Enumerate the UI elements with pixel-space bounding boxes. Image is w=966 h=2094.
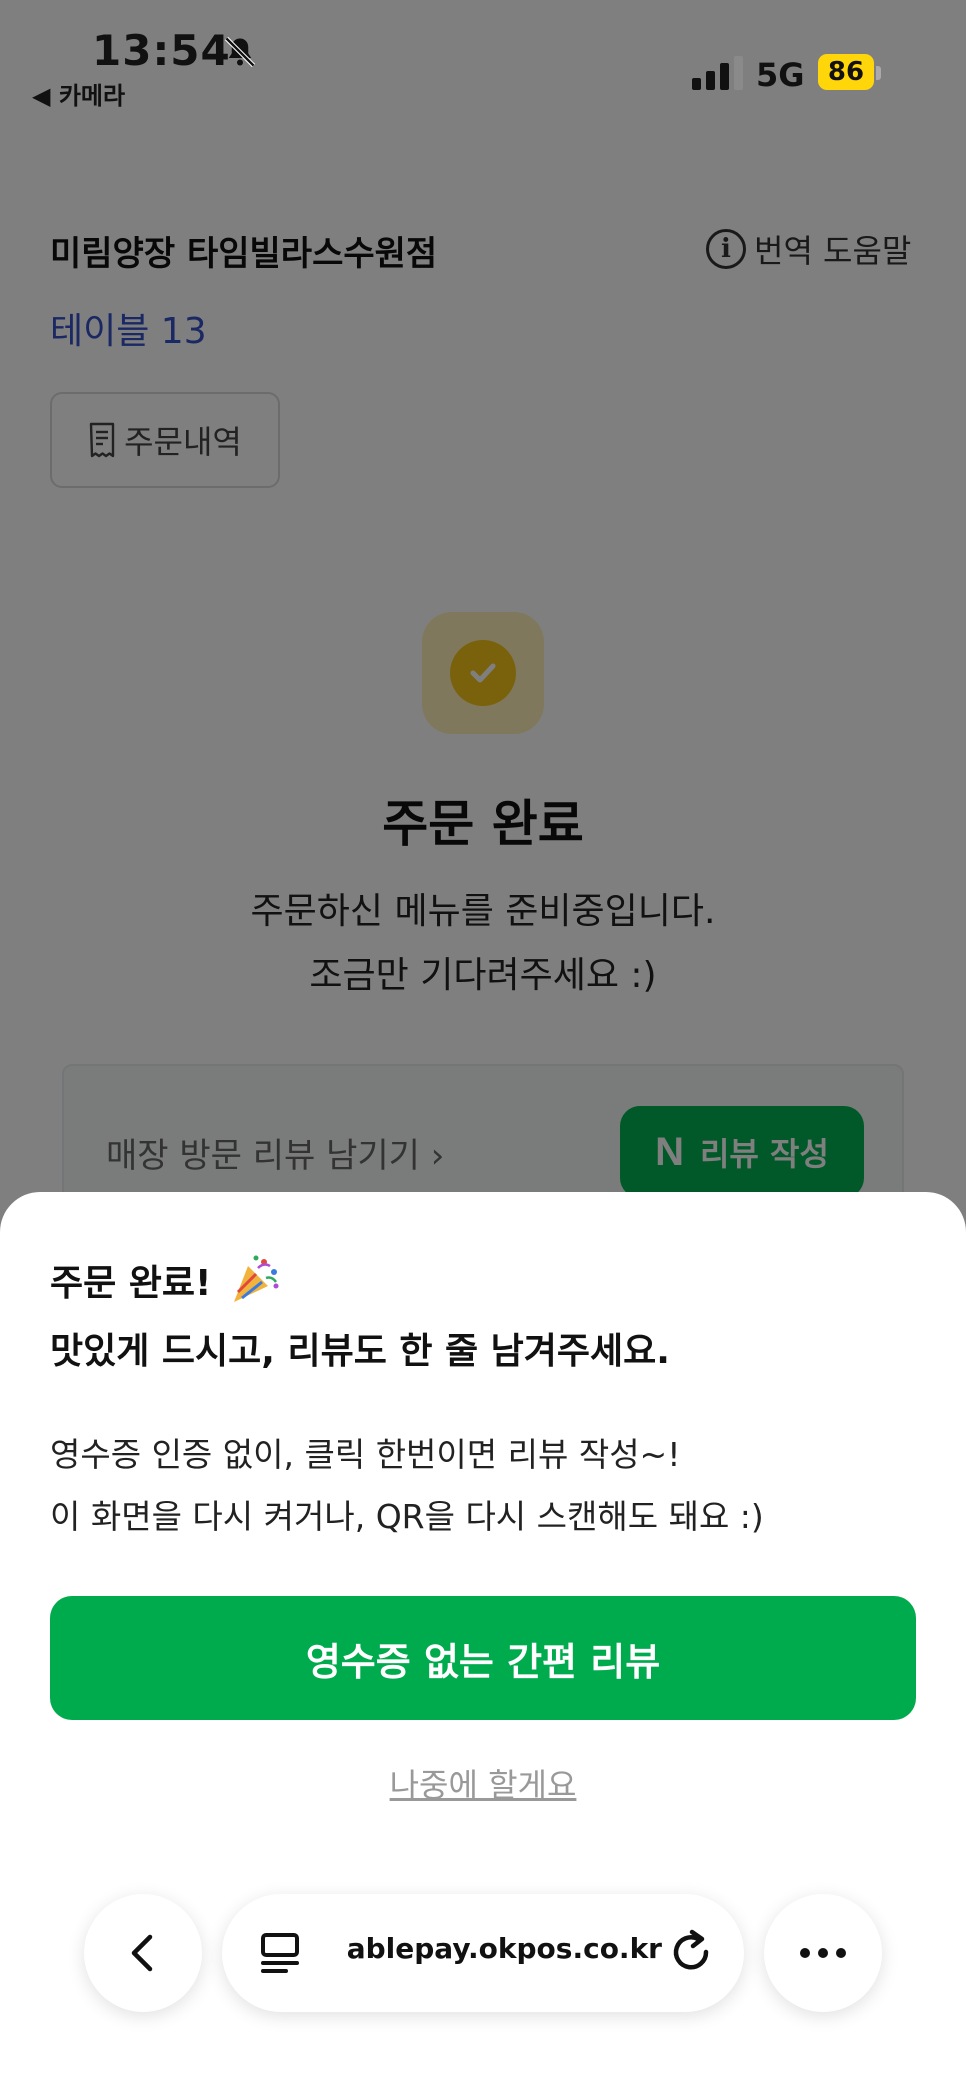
sheet-title-line1: 주문 완료!: [50, 1263, 212, 1304]
battery-nub: [876, 66, 881, 80]
browser-back-button[interactable]: [84, 1894, 202, 2012]
more-options-button[interactable]: [764, 1894, 882, 2012]
more-dot: [818, 1948, 828, 1958]
battery-icon: 86: [818, 54, 874, 90]
reload-icon[interactable]: [666, 1928, 716, 1978]
signal-icon: [692, 56, 743, 90]
party-popper-icon: [234, 1255, 279, 1302]
back-to-app-link[interactable]: ◀ 카메라: [32, 76, 125, 111]
chevron-left-icon: [131, 1934, 153, 1972]
status-time: 13:54: [92, 26, 231, 75]
sheet-title-line2: 맛있게 드시고, 리뷰도 한 줄 남겨주세요.: [50, 1331, 670, 1372]
browser-toolbar: ablepay.okpos.co.kr: [0, 1894, 966, 2094]
address-bar-url: ablepay.okpos.co.kr: [346, 1932, 662, 1965]
sheet-desc-line2: 이 화면을 다시 켜거나, QR을 다시 스캔해도 돼요 :): [50, 1497, 764, 1536]
status-bar: 13:54 ◀ 카메라 5G 86: [0, 0, 966, 110]
address-bar[interactable]: ablepay.okpos.co.kr: [222, 1894, 744, 2012]
tab-overview-icon: [261, 1933, 299, 1973]
sheet-desc-line1: 영수증 인증 없이, 클릭 한번이면 리뷰 작성~!: [50, 1435, 681, 1474]
easy-review-button[interactable]: 영수증 없는 간편 리뷰: [50, 1596, 916, 1720]
sheet-title: 주문 완료! 맛있게 드시고, 리뷰도 한 줄 남겨주세요.: [50, 1250, 670, 1386]
more-dot: [836, 1948, 846, 1958]
sheet-description: 영수증 인증 없이, 클릭 한번이면 리뷰 작성~! 이 화면을 다시 켜거나,…: [50, 1424, 764, 1548]
network-label: 5G: [756, 56, 805, 94]
bell-muted-icon: [224, 36, 256, 68]
later-link[interactable]: 나중에 할게요: [0, 1760, 966, 1806]
more-dot: [800, 1948, 810, 1958]
